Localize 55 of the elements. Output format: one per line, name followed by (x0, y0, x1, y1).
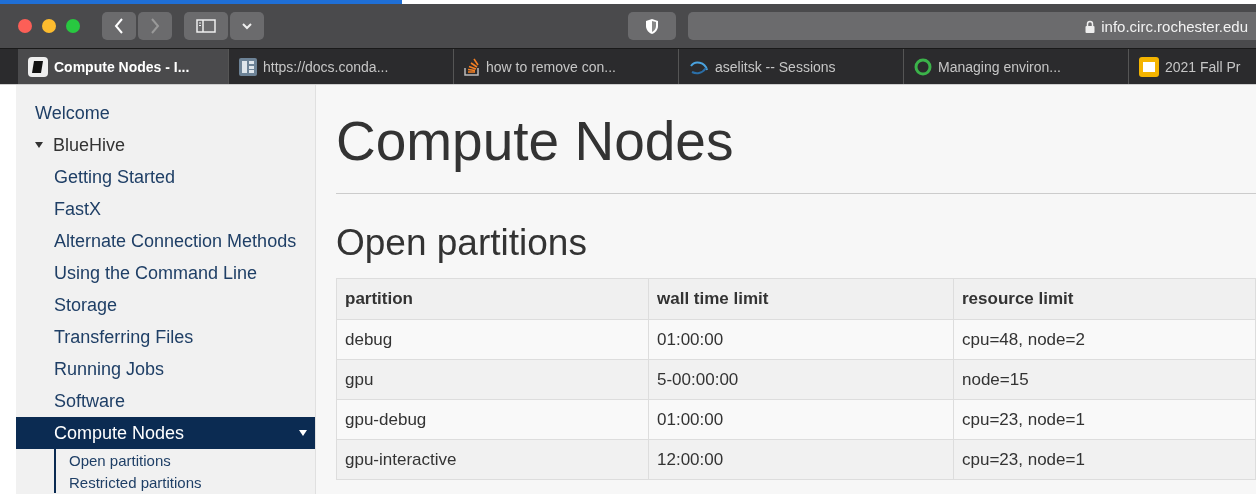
sidebar-item[interactable]: Restricted partitions (56, 471, 315, 493)
section-heading: Open partitions (336, 222, 588, 264)
sidebar-item[interactable]: Running Jobs (16, 353, 315, 385)
chevron-down-icon (242, 22, 252, 30)
stack-icon (464, 57, 480, 76)
column-header: partition (336, 278, 649, 320)
address-bar[interactable]: info.circ.rochester.edu (688, 12, 1256, 40)
sidebar-item[interactable]: Compute Nodes (16, 417, 315, 449)
table-cell: cpu=48, node=2 (953, 319, 1256, 360)
sidebar-item[interactable]: Using the Command Line (16, 257, 315, 289)
browser-tab[interactable]: https://docs.conda... (228, 49, 453, 84)
browser-tab[interactable]: 2021 Fall Pr (1128, 49, 1256, 84)
close-icon[interactable] (18, 19, 32, 33)
slides-icon (1139, 56, 1159, 77)
forward-icon (150, 18, 160, 34)
sidebar-item[interactable]: Transferring Files (16, 321, 315, 353)
privacy-shield-button[interactable] (628, 12, 676, 40)
column-header: wall time limit (648, 278, 954, 320)
table-cell: 01:00:00 (648, 319, 954, 360)
lock-icon (1085, 19, 1096, 33)
back-icon (114, 18, 124, 34)
table-cell: gpu-debug (336, 399, 649, 440)
table-cell: 12:00:00 (648, 439, 954, 480)
table-cell: gpu (336, 359, 649, 400)
table-cell: cpu=23, node=1 (953, 439, 1256, 480)
minimize-icon[interactable] (42, 19, 56, 33)
sidebar-item[interactable]: BlueHive (16, 129, 315, 161)
column-header: resource limit (953, 278, 1256, 320)
table-cell: 01:00:00 (648, 399, 954, 440)
sidebar-item[interactable]: Welcome (16, 97, 315, 129)
sidebar-item[interactable]: FastX (16, 193, 315, 225)
sidebar-item[interactable]: Open partitions (56, 449, 315, 471)
dropdown-button[interactable] (230, 12, 264, 40)
browser-tab[interactable]: aselitsk -- Sessions (678, 49, 903, 84)
document-icon (239, 57, 257, 76)
sidebar-toggle-button[interactable] (184, 12, 228, 40)
sidebar-icon (196, 19, 216, 33)
zoom-icon[interactable] (66, 19, 80, 33)
sidebar-item[interactable]: Getting Started (16, 161, 315, 193)
table-cell: node=15 (953, 359, 1256, 400)
page-title: Compute Nodes (336, 109, 735, 173)
sidebar-item[interactable]: Software (16, 385, 315, 417)
shield-icon (645, 17, 659, 35)
sidebar-item[interactable]: Alternate Connection Methods (16, 225, 315, 257)
table-cell: gpu-interactive (336, 439, 649, 480)
browser-tab[interactable]: Managing environ... (903, 49, 1128, 84)
table-cell: 5-00:00:00 (648, 359, 954, 400)
book-icon (28, 56, 48, 77)
ring-icon (914, 57, 932, 76)
browser-tab[interactable]: Compute Nodes - I... (18, 49, 228, 84)
browser-tab[interactable]: how to remove con... (453, 49, 678, 84)
sidebar-item[interactable]: Storage (16, 289, 315, 321)
table-cell: cpu=23, node=1 (953, 399, 1256, 440)
back-button[interactable] (102, 12, 136, 40)
table-cell: debug (336, 319, 649, 360)
